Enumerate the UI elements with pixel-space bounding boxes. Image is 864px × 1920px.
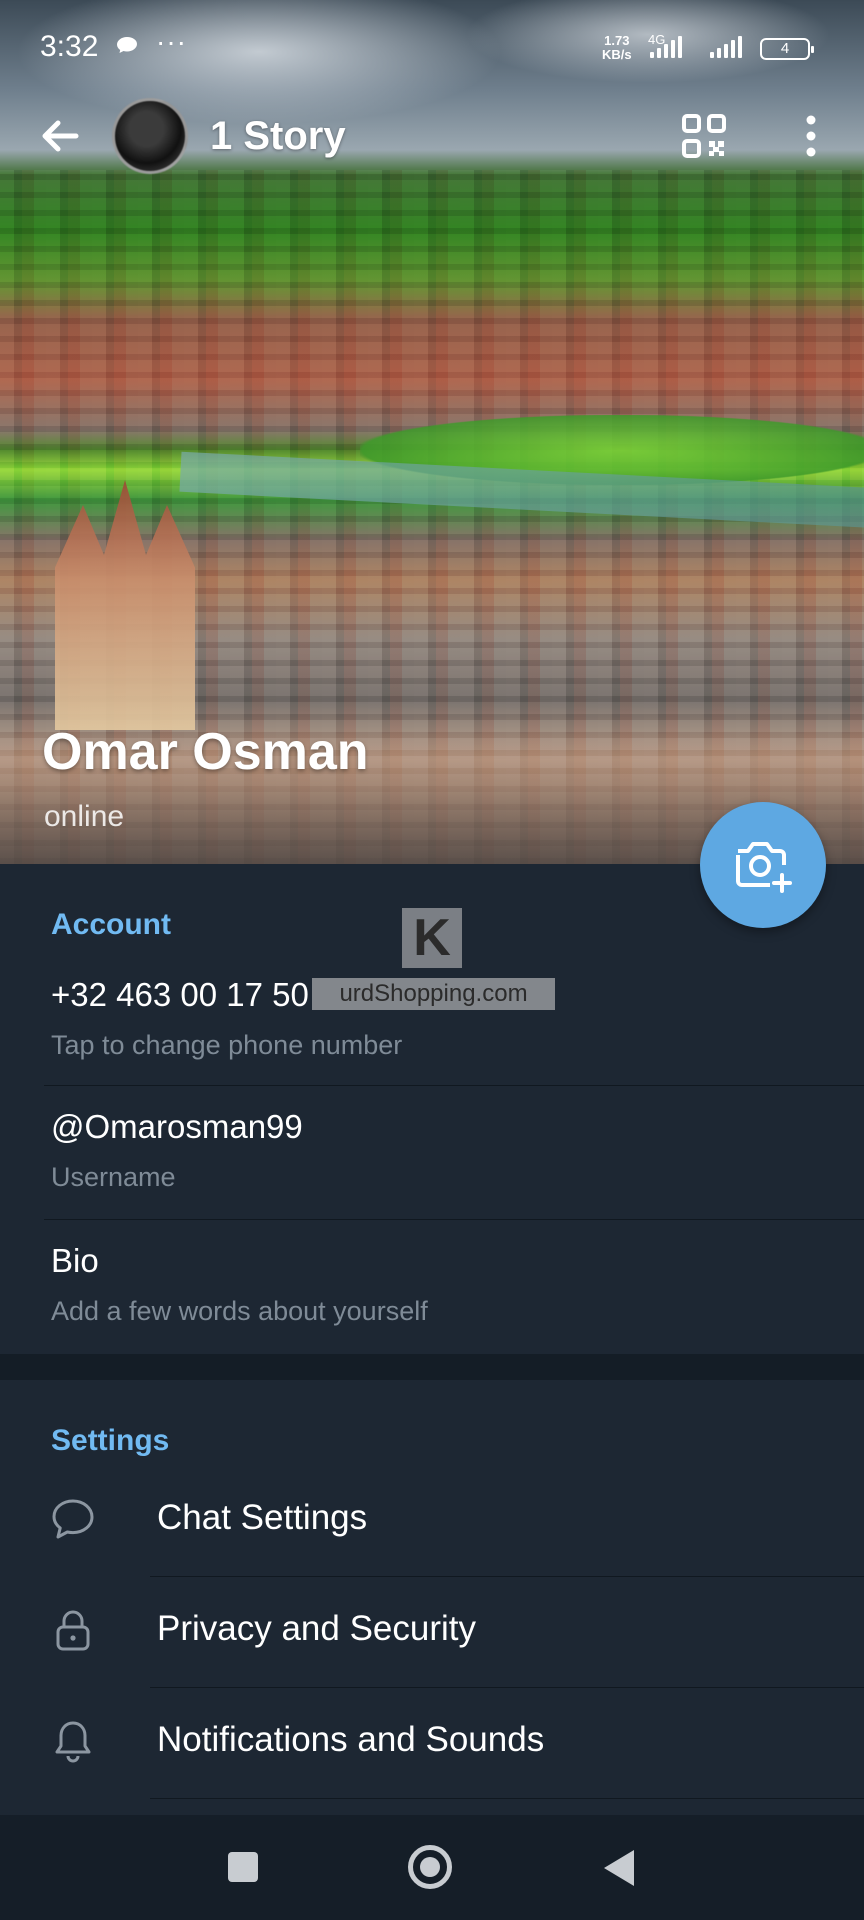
settings-item-notifications[interactable]: Notifications and Sounds: [0, 1688, 864, 1798]
battery-icon: 4: [760, 38, 814, 60]
settings-item-privacy[interactable]: Privacy and Security: [0, 1577, 864, 1687]
chat-notification-icon: [117, 37, 137, 53]
settings-section: Settings Chat Settings Privacy and Secur…: [0, 1380, 864, 1815]
back-triangle-icon[interactable]: [604, 1850, 634, 1886]
story-count-label[interactable]: 1 Story: [210, 114, 346, 159]
profile-name: Omar Osman: [42, 723, 369, 781]
divider: [44, 1219, 864, 1220]
username-hint: Username: [51, 1162, 176, 1192]
more-options-icon[interactable]: [796, 112, 826, 160]
watermark-text: urdShopping.com: [312, 978, 555, 1010]
watermark-logo: K: [402, 908, 462, 968]
cover-cathedral: [55, 480, 195, 730]
qr-code-icon[interactable]: [682, 114, 726, 158]
presence-status: online: [44, 800, 125, 833]
signal-strength-icon-1: [650, 36, 682, 58]
username: @Omarosman99: [51, 1108, 303, 1145]
add-photo-camera-icon: [736, 842, 792, 893]
phone-number: +32 463 00 17 50: [51, 976, 309, 1013]
divider: [44, 1085, 864, 1086]
status-bar: 3:32 ··· 1.73 KB/s 4G 4: [0, 0, 864, 96]
bell-icon: [55, 1721, 91, 1763]
set-photo-button[interactable]: [700, 802, 826, 928]
lock-icon: [56, 1610, 90, 1651]
more-notifications-icon: ···: [156, 26, 187, 57]
settings-item-chat[interactable]: Chat Settings: [0, 1466, 864, 1576]
account-section-title: Account: [51, 908, 171, 941]
settings-item-label: Notifications and Sounds: [157, 1720, 545, 1759]
bio-label: Bio: [51, 1242, 99, 1279]
phone-number-hint: Tap to change phone number: [51, 1030, 403, 1060]
top-app-bar: 1 Story: [0, 96, 864, 176]
divider: [150, 1798, 864, 1799]
status-time: 3:32: [40, 30, 99, 63]
settings-item-label: Privacy and Security: [157, 1609, 477, 1648]
back-arrow-icon[interactable]: [36, 112, 84, 160]
profile-avatar[interactable]: [112, 98, 188, 174]
recent-apps-icon[interactable]: [228, 1852, 258, 1882]
bio-hint: Add a few words about yourself: [51, 1296, 428, 1326]
home-icon[interactable]: [408, 1845, 452, 1889]
network-speed: 1.73 KB/s: [602, 33, 632, 62]
settings-section-title: Settings: [51, 1424, 170, 1457]
settings-item-label: Chat Settings: [157, 1498, 368, 1537]
signal-strength-icon-2: [710, 36, 742, 58]
section-separator: [0, 1354, 864, 1380]
chat-bubble-icon: [52, 1499, 94, 1539]
